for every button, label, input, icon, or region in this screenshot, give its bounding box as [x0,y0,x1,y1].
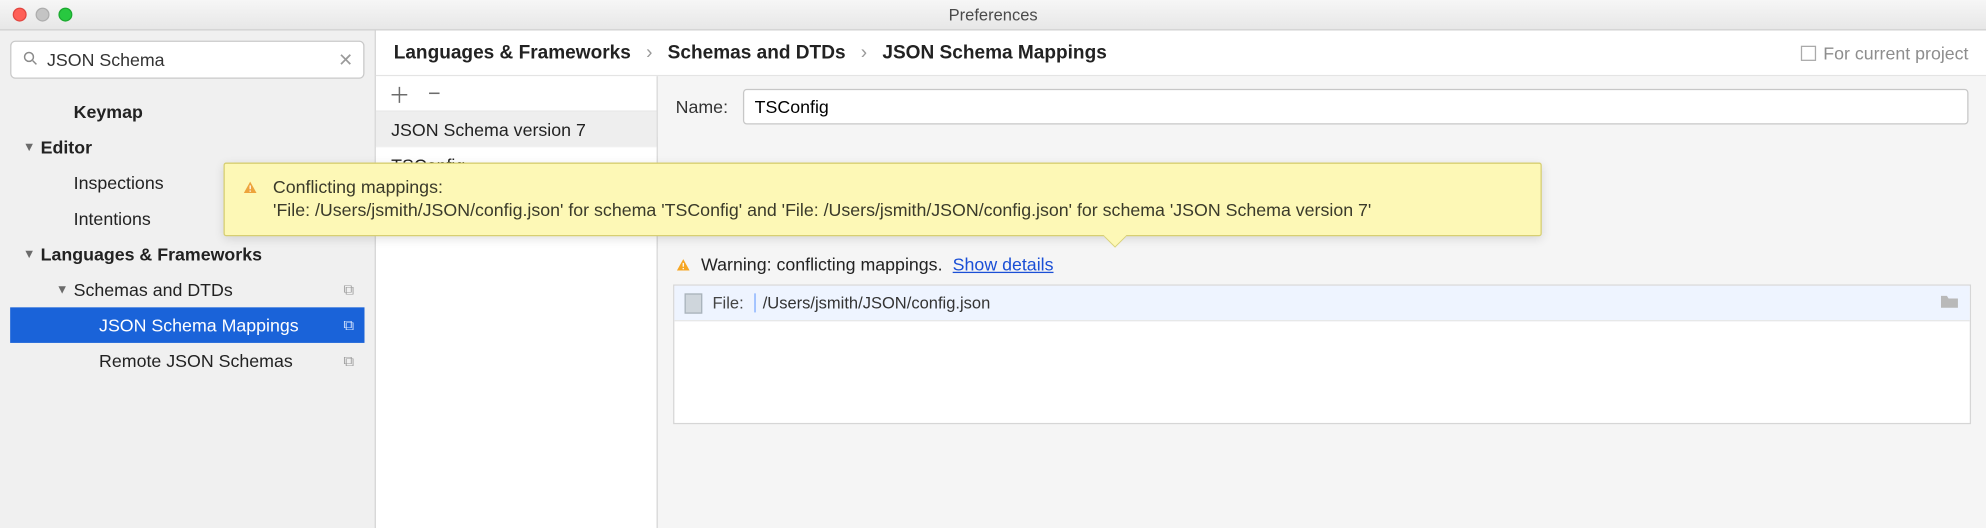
warning-icon [676,254,691,274]
schema-details-panel: Name: Warning: conflicting mappings. Sho… [658,76,1986,528]
scope-label: For current project [1823,43,1968,63]
chevron-down-icon[interactable]: ▼ [23,247,41,261]
name-field-row: Name: [658,76,1986,137]
window-title: Preferences [0,5,1986,24]
project-level-icon: ⧉ [343,316,354,335]
file-label: File: [712,293,743,312]
breadcrumb-item[interactable]: Languages & Frameworks [394,42,631,64]
sidebar-item-label: Keymap [74,102,143,122]
conflict-tooltip: Conflicting mappings: 'File: /Users/jsmi… [224,163,1542,237]
tooltip-title: Conflicting mappings: [273,177,443,197]
sidebar-item-schemas-dtds[interactable]: ▼ Schemas and DTDs ⧉ [10,272,364,308]
sidebar-item-label: Intentions [74,208,151,228]
sidebar-item-label: Editor [41,137,92,157]
schema-list-item-label: JSON Schema version 7 [391,119,586,139]
remove-schema-button[interactable]: − [428,81,441,106]
sidebar-item-remote-json-schemas[interactable]: Remote JSON Schemas ⧉ [10,343,364,379]
schema-list-item[interactable]: JSON Schema version 7 [376,112,657,148]
schema-name-input[interactable] [743,89,1968,125]
chevron-right-icon: › [861,42,867,64]
file-mappings-list: File: /Users/jsmith/JSON/config.json [673,284,1971,424]
breadcrumb: Languages & Frameworks › Schemas and DTD… [376,30,1986,76]
warning-text: Warning: conflicting mappings. [701,254,942,274]
file-icon [685,293,703,313]
project-level-icon: ⧉ [343,351,354,370]
project-level-icon: ⧉ [343,280,354,299]
tooltip-tail [1104,235,1127,246]
warning-row: Warning: conflicting mappings. Show deta… [658,249,1986,279]
name-label: Name: [676,97,728,117]
search-icon [22,49,40,71]
tooltip-body: 'File: /Users/jsmith/JSON/config.json' f… [273,199,1523,219]
preferences-sidebar: ✕ Keymap ▼ Editor Inspections ⧉ Intentio… [0,30,376,528]
breadcrumb-item[interactable]: Schemas and DTDs [668,42,846,64]
sidebar-item-label: Remote JSON Schemas [99,351,293,371]
sidebar-item-label: Inspections [74,173,164,193]
scope-indicator: For current project [1800,43,1968,63]
chevron-down-icon[interactable]: ▼ [56,283,74,297]
file-path: /Users/jsmith/JSON/config.json [754,293,990,312]
search-field-wrap[interactable]: ✕ [10,41,364,79]
sidebar-item-keymap[interactable]: Keymap [10,94,364,130]
show-details-link[interactable]: Show details [953,254,1054,274]
schema-list-panel: ＋ − JSON Schema version 7 TSConfig [376,76,658,528]
chevron-right-icon: › [646,42,652,64]
warning-icon [243,177,263,197]
breadcrumb-item[interactable]: JSON Schema Mappings [882,42,1106,64]
browse-folder-icon[interactable] [1939,292,1959,314]
sidebar-item-label: JSON Schema Mappings [99,315,299,335]
sidebar-item-editor[interactable]: ▼ Editor [10,130,364,166]
chevron-down-icon[interactable]: ▼ [23,140,41,154]
sidebar-item-languages-frameworks[interactable]: ▼ Languages & Frameworks [10,236,364,272]
titlebar: Preferences [0,0,1986,30]
clear-search-icon[interactable]: ✕ [338,49,353,71]
project-level-icon [1800,45,1815,60]
sidebar-item-label: Languages & Frameworks [41,244,262,264]
schema-list-toolbar: ＋ − [376,76,657,112]
add-schema-button[interactable]: ＋ [389,77,411,109]
sidebar-item-label: Schemas and DTDs [74,279,233,299]
sidebar-item-json-schema-mappings[interactable]: JSON Schema Mappings ⧉ [10,307,364,343]
file-mapping-row[interactable]: File: /Users/jsmith/JSON/config.json [674,286,1969,322]
search-input[interactable] [47,50,331,70]
